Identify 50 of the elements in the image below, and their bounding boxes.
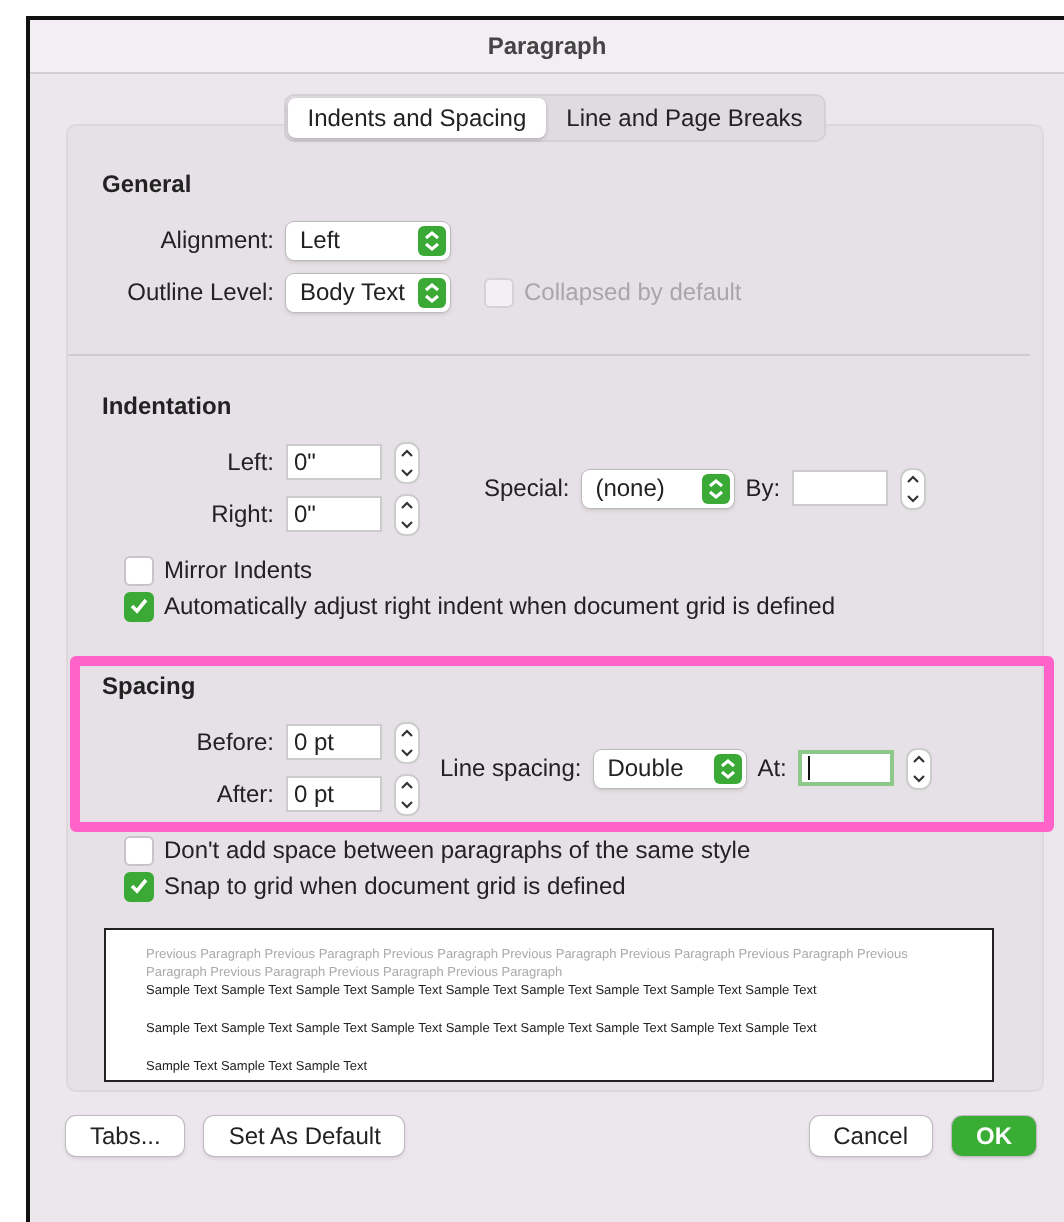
checkbox-label: Mirror Indents (164, 556, 313, 584)
dialog-button[interactable]: Set As Default (204, 1116, 405, 1156)
stepper-arrows-icon (418, 225, 446, 255)
window-title: Paragraph (487, 32, 607, 60)
field-label: Left: (225, 448, 274, 476)
checkbox[interactable] (124, 871, 154, 901)
stepper[interactable] (394, 441, 420, 483)
stepper[interactable] (394, 773, 420, 815)
checkbox-label: Automatically adjust right indent when document grid is defined (164, 592, 836, 620)
section-heading: General (102, 170, 194, 198)
stepper-arrows-icon (701, 473, 730, 503)
field-label: Right: (209, 500, 274, 528)
field-label: Line spacing: (440, 754, 582, 782)
input-field[interactable]: 0 pt (286, 724, 382, 760)
dialog-button[interactable]: Cancel (809, 1116, 932, 1156)
section-heading: Spacing (102, 672, 198, 700)
input-field[interactable]: 0" (286, 496, 382, 532)
checkmark-icon (130, 598, 148, 614)
input-field[interactable]: 0" (286, 444, 382, 480)
checkbox[interactable] (124, 835, 154, 865)
stepper[interactable] (394, 721, 420, 763)
input-field[interactable]: 0 pt (286, 776, 382, 812)
dropdown[interactable]: (none) (581, 469, 734, 507)
checkbox-label: Snap to grid when document grid is defined (164, 872, 626, 900)
stepper[interactable] (906, 747, 933, 789)
input-field[interactable] (798, 750, 895, 786)
dropdown[interactable]: Body Text (286, 273, 450, 311)
dropdown[interactable]: Double (593, 749, 746, 787)
checkbox[interactable] (124, 555, 154, 585)
checkbox-label: Collapsed by default (524, 278, 742, 306)
field-label: Alignment: (158, 226, 274, 254)
tab[interactable]: Indents and Spacing (287, 98, 547, 138)
field-label: After: (214, 780, 274, 808)
stepper[interactable] (394, 493, 420, 535)
field-label: Outline Level: (125, 278, 274, 306)
checkbox-label: Don't add space between paragraphs of the same style (164, 836, 751, 864)
dialog-button[interactable]: Tabs... (66, 1116, 185, 1156)
checkbox[interactable] (124, 591, 154, 621)
field-label: Special: (484, 474, 570, 502)
tab[interactable]: Line and Page Breaks (546, 98, 823, 138)
checkmark-icon (130, 878, 148, 894)
stepper-arrows-icon (713, 753, 742, 783)
stepper[interactable] (900, 467, 927, 509)
field-label: By: (745, 474, 781, 502)
dropdown[interactable]: Left (286, 221, 450, 259)
field-label: At: (757, 754, 787, 782)
section-heading: Indentation (102, 392, 234, 420)
field-label: Before: (194, 728, 274, 756)
stepper-arrows-icon (418, 277, 446, 307)
input-field[interactable] (792, 470, 889, 506)
